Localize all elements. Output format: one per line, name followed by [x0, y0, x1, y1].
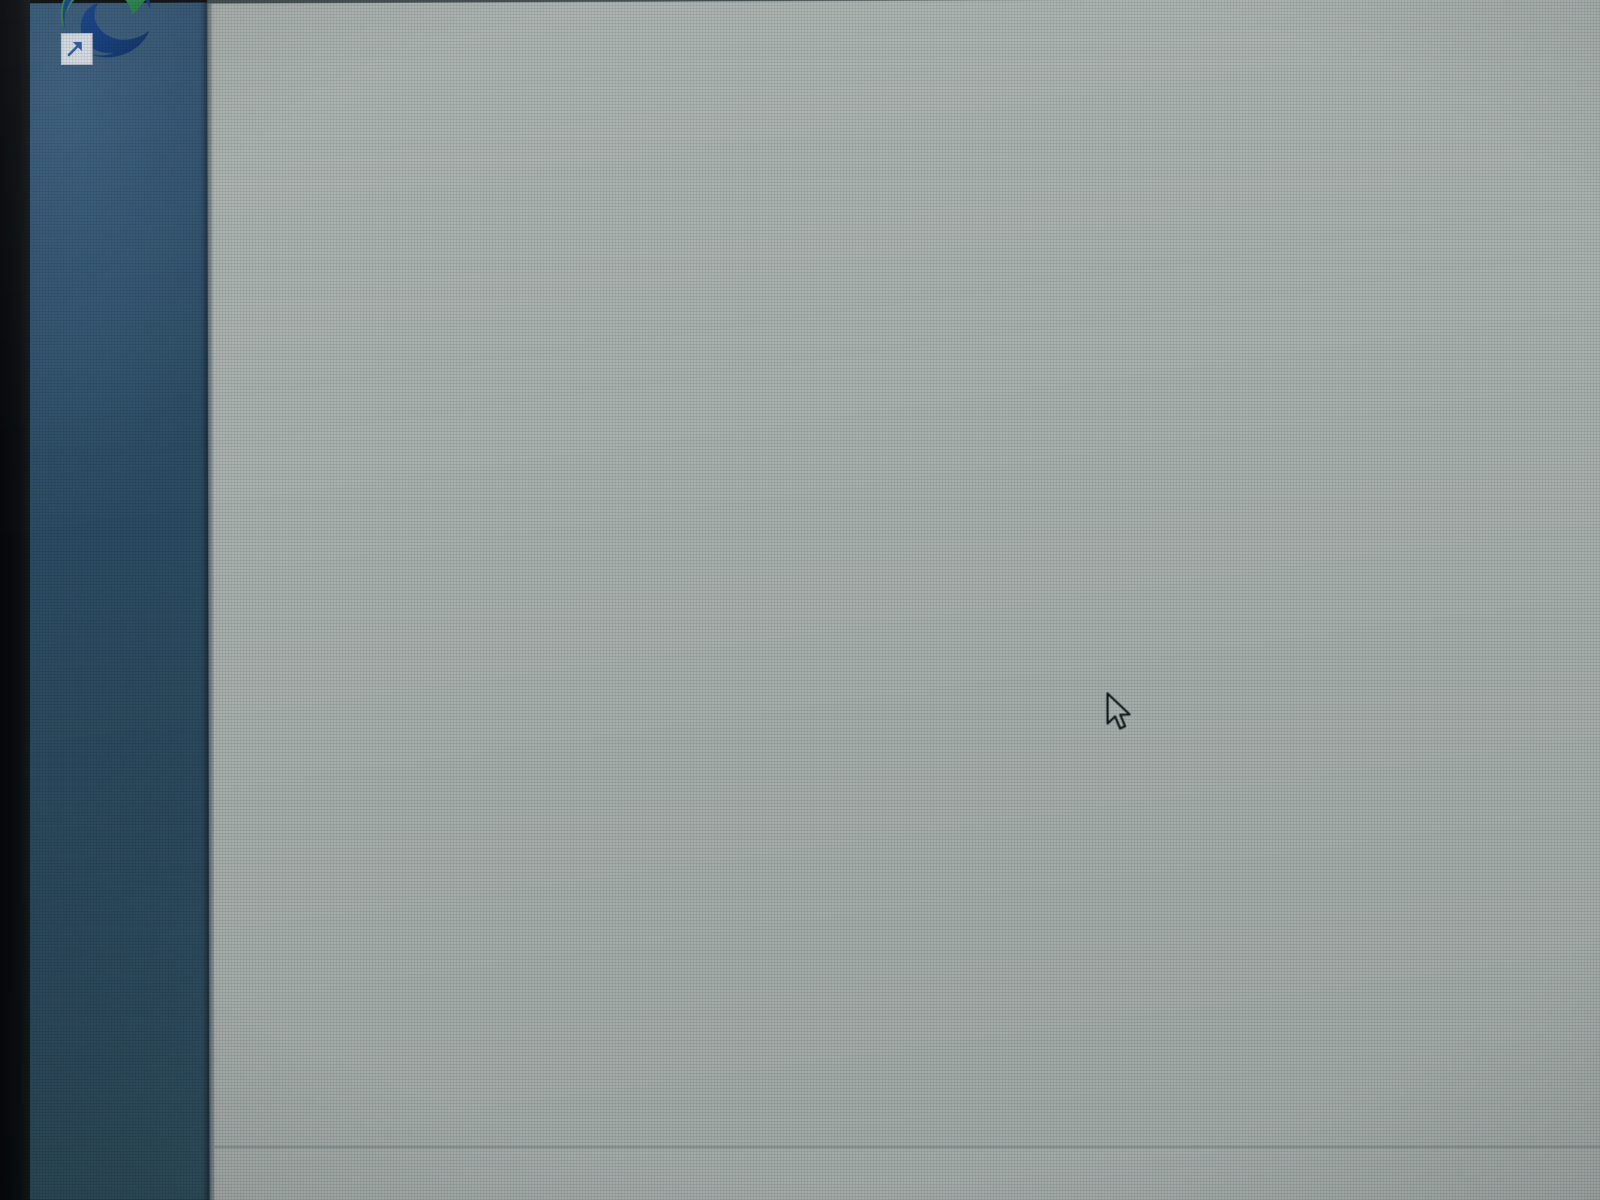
screen-bezel-left: [0, 0, 30, 1200]
tree-pane-divider: [214, 1145, 1600, 1149]
status-bar: [214, 1147, 1600, 1200]
desktop-icon-microsoft-edge[interactable]: [33, 0, 182, 71]
wallpaper-sheen: [26, 2, 229, 1200]
arrow-pointer-icon: [1105, 691, 1139, 740]
desktop-wallpaper: [26, 2, 229, 1200]
shortcut-overlay-icon: [60, 32, 93, 66]
screen-photo: [0, 0, 1600, 1200]
device-tree-pane[interactable]: [212, 0, 1600, 1148]
device-manager-window: [207, 0, 1600, 1200]
edge-icon-wrap: [53, 0, 163, 67]
